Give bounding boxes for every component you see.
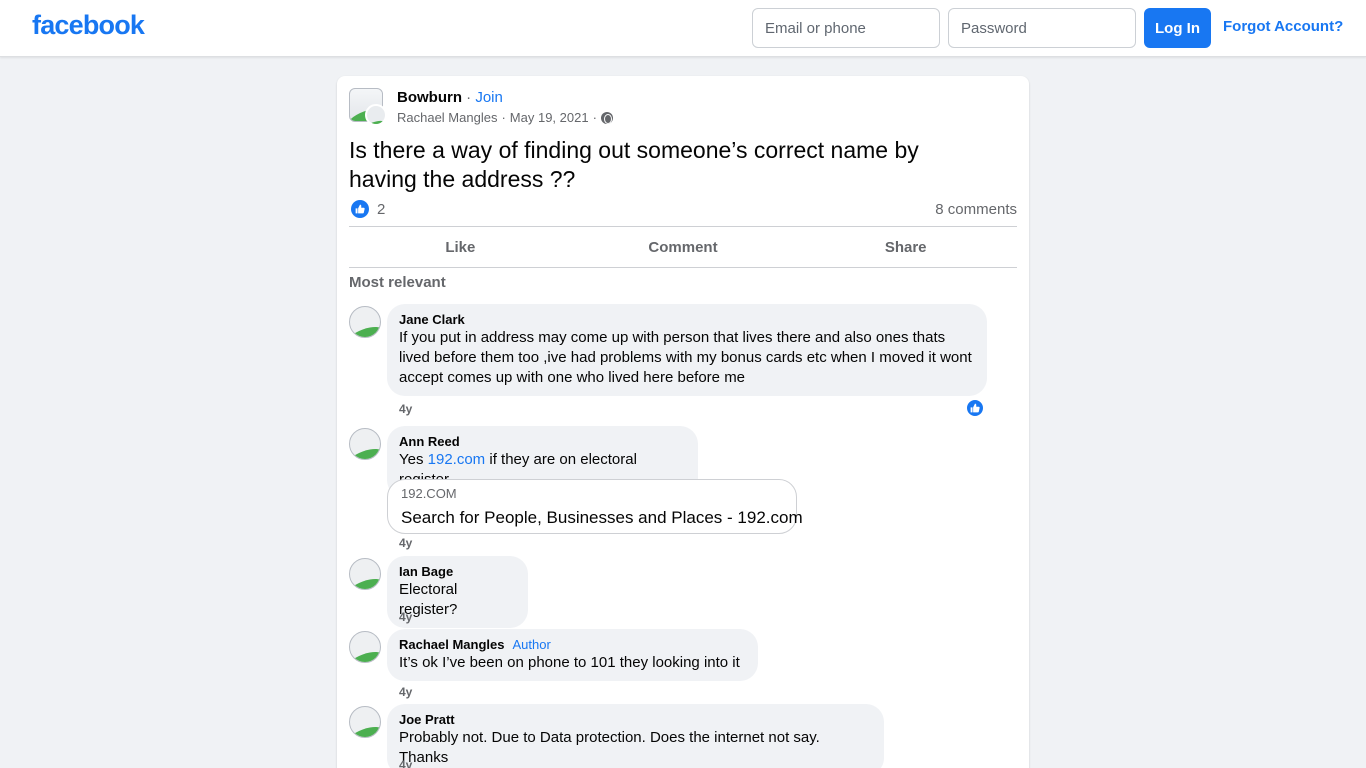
link-preview-domain: 192.COM bbox=[401, 486, 457, 501]
comment-time[interactable]: 4y bbox=[399, 536, 412, 550]
comment-author-name[interactable]: Rachael Mangles bbox=[399, 637, 505, 652]
avatar[interactable] bbox=[349, 631, 381, 663]
like-icon[interactable] bbox=[966, 399, 984, 417]
group-header: Bowburn · Join bbox=[397, 89, 503, 106]
avatar[interactable] bbox=[349, 558, 381, 590]
comment-text-part: Yes bbox=[399, 451, 428, 468]
comment-text: Electoral register? bbox=[399, 581, 458, 618]
comment-text: If you put in address may come up with p… bbox=[399, 329, 972, 386]
comment-time[interactable]: 4y bbox=[399, 402, 412, 416]
separator: · bbox=[501, 110, 506, 125]
divider bbox=[349, 267, 1017, 268]
comment-bubble: Jane Clark If you put in address may com… bbox=[387, 304, 987, 396]
comment-text: Probably not. Due to Data protection. Do… bbox=[399, 729, 820, 766]
forgot-account-link[interactable]: Forgot Account? bbox=[1223, 18, 1343, 35]
comment-time[interactable]: 4y bbox=[399, 758, 412, 768]
comment-author[interactable]: Joe Pratt bbox=[399, 712, 872, 728]
post-meta: Rachael Mangles · May 19, 2021 · bbox=[397, 110, 613, 125]
globe-icon bbox=[600, 111, 613, 124]
author-badge: Author bbox=[512, 637, 551, 652]
avatar[interactable] bbox=[349, 706, 381, 738]
login-button[interactable]: Log In bbox=[1144, 8, 1211, 48]
comment-link[interactable]: 192.com bbox=[428, 451, 486, 468]
comment-author[interactable]: Ann Reed bbox=[399, 434, 686, 450]
post-title: Is there a way of finding out someone’s … bbox=[349, 137, 919, 192]
avatar[interactable] bbox=[349, 428, 381, 460]
post-card: Bowburn · Join Rachael Mangles · May 19,… bbox=[337, 76, 1029, 768]
top-bar: facebook Log In Forgot Account? bbox=[0, 0, 1366, 57]
like-count: 2 bbox=[377, 200, 386, 218]
join-link[interactable]: Join bbox=[475, 89, 503, 106]
separator: · bbox=[592, 110, 597, 125]
avatar[interactable] bbox=[349, 306, 381, 338]
comment-button[interactable]: Comment bbox=[572, 227, 795, 267]
sort-comments-toggle[interactable]: Most relevant bbox=[349, 274, 446, 291]
share-button[interactable]: Share bbox=[794, 227, 1017, 267]
group-avatar[interactable] bbox=[349, 88, 387, 126]
comments-count[interactable]: 8 comments bbox=[935, 201, 1017, 218]
post-author[interactable]: Rachael Mangles bbox=[397, 110, 497, 125]
comment-author: Rachael Mangles Author bbox=[399, 637, 746, 653]
facebook-logo[interactable]: facebook bbox=[32, 10, 145, 41]
comment-author[interactable]: Jane Clark bbox=[399, 312, 975, 328]
like-icon bbox=[351, 200, 369, 218]
comment-time[interactable]: 4y bbox=[399, 685, 412, 699]
author-avatar-icon bbox=[365, 104, 387, 126]
comment-time[interactable]: 4y bbox=[399, 610, 412, 624]
comment-bubble: Joe Pratt Probably not. Due to Data prot… bbox=[387, 704, 884, 768]
reaction-summary[interactable]: 2 bbox=[351, 200, 385, 218]
password-input[interactable] bbox=[948, 8, 1136, 48]
email-input[interactable] bbox=[752, 8, 940, 48]
link-preview-title: Search for People, Businesses and Places… bbox=[401, 508, 803, 527]
post-actions: Like Comment Share bbox=[349, 227, 1017, 267]
comment-author[interactable]: Ian Bage bbox=[399, 564, 516, 580]
comment-bubble: Rachael Mangles Author It’s ok I’ve been … bbox=[387, 629, 758, 681]
comment-text: It’s ok I’ve been on phone to 101 they l… bbox=[399, 654, 740, 671]
group-name[interactable]: Bowburn bbox=[397, 89, 462, 106]
post-date[interactable]: May 19, 2021 bbox=[510, 110, 589, 125]
separator: · bbox=[466, 89, 472, 106]
like-button[interactable]: Like bbox=[349, 227, 572, 267]
link-preview[interactable]: 192.COM Search for People, Businesses an… bbox=[387, 479, 803, 534]
